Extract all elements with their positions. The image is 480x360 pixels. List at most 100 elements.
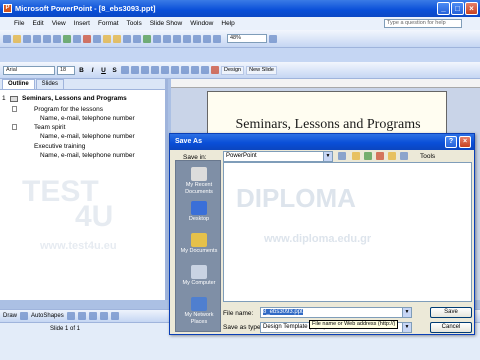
draw-menu[interactable]: Draw bbox=[3, 313, 17, 319]
place-my-computer[interactable]: My Computer bbox=[176, 265, 222, 287]
outline-subitem[interactable]: Name, e-mail, telephone number bbox=[40, 133, 135, 140]
arrow-icon[interactable] bbox=[77, 312, 86, 320]
place-desktop[interactable]: Desktop bbox=[176, 201, 222, 223]
print-icon[interactable] bbox=[43, 34, 51, 43]
autoshapes-menu[interactable]: AutoShapes bbox=[31, 313, 64, 319]
expand-all-icon[interactable] bbox=[183, 34, 191, 43]
italic-button[interactable]: I bbox=[88, 66, 97, 75]
color-grayscale-icon[interactable] bbox=[213, 34, 221, 43]
research-icon[interactable] bbox=[73, 34, 81, 43]
menu-tools[interactable]: Tools bbox=[127, 20, 142, 27]
menu-view[interactable]: View bbox=[52, 20, 66, 27]
line-icon[interactable] bbox=[66, 312, 75, 320]
slide-title[interactable]: Seminars, Lessons and Programs bbox=[208, 117, 448, 133]
place-network[interactable]: My Network Places bbox=[176, 297, 222, 325]
bullets-icon[interactable] bbox=[161, 66, 169, 74]
horizontal-ruler bbox=[171, 79, 480, 88]
views-icon[interactable] bbox=[400, 152, 408, 160]
redo-icon[interactable] bbox=[133, 34, 141, 43]
increase-font-icon[interactable] bbox=[171, 66, 179, 74]
copy-icon[interactable] bbox=[93, 34, 101, 43]
textbox-icon[interactable] bbox=[110, 312, 119, 320]
grid-icon[interactable] bbox=[203, 34, 211, 43]
outline-item[interactable]: Team spirit bbox=[34, 124, 65, 131]
save-in-select[interactable]: PowerPoint ▼ bbox=[223, 151, 333, 162]
decrease-indent-icon[interactable] bbox=[191, 66, 199, 74]
open-icon[interactable] bbox=[13, 34, 21, 43]
close-button[interactable]: × bbox=[465, 2, 478, 15]
tab-slides[interactable]: Slides bbox=[35, 79, 65, 89]
recent-documents-icon bbox=[191, 167, 207, 181]
dialog-help-button[interactable]: ? bbox=[445, 136, 457, 148]
place-my-documents[interactable]: My Documents bbox=[176, 233, 222, 255]
design-button[interactable]: Design bbox=[221, 65, 245, 75]
numbering-icon[interactable] bbox=[151, 66, 159, 74]
menu-insert[interactable]: Insert bbox=[74, 20, 90, 27]
place-recent[interactable]: My Recent Documents bbox=[176, 167, 222, 195]
align-center-icon[interactable] bbox=[131, 66, 139, 74]
align-right-icon[interactable] bbox=[141, 66, 149, 74]
oval-icon[interactable] bbox=[99, 312, 108, 320]
new-icon[interactable] bbox=[3, 34, 11, 43]
outline-item[interactable]: Executive training bbox=[34, 143, 85, 150]
tab-outline[interactable]: Outline bbox=[2, 79, 35, 89]
search-web-icon[interactable] bbox=[364, 152, 372, 160]
tables-borders-icon[interactable] bbox=[163, 34, 171, 43]
watermark-brand: 4U bbox=[75, 200, 114, 233]
font-select[interactable]: Arial bbox=[3, 65, 55, 75]
outline-item[interactable]: Program for the lessons bbox=[34, 106, 103, 113]
outline-subitem[interactable]: Name, e-mail, telephone number bbox=[40, 115, 135, 122]
new-folder-icon[interactable] bbox=[388, 152, 396, 160]
align-left-icon[interactable] bbox=[121, 66, 129, 74]
cancel-button[interactable]: Cancel bbox=[430, 322, 472, 333]
formatting-toolbar: Arial 18 B I U S Design New Slide bbox=[0, 62, 480, 79]
select-objects-icon[interactable] bbox=[20, 312, 29, 320]
zoom-select[interactable]: 48% bbox=[227, 34, 267, 43]
menu-window[interactable]: Window bbox=[190, 20, 213, 27]
file-name-input[interactable]: 8_ebs3093.ppt ▼ bbox=[260, 307, 412, 318]
tools-menu[interactable]: Tools bbox=[420, 153, 435, 160]
insert-table-icon[interactable] bbox=[153, 34, 161, 43]
undo-icon[interactable] bbox=[123, 34, 131, 43]
menu-format[interactable]: Format bbox=[98, 20, 119, 27]
rectangle-icon[interactable] bbox=[88, 312, 97, 320]
minimize-button[interactable]: _ bbox=[437, 2, 450, 15]
new-slide-button[interactable]: New Slide bbox=[246, 65, 277, 75]
help-icon[interactable] bbox=[269, 34, 277, 43]
save-button[interactable]: Save bbox=[430, 307, 472, 318]
paste-icon[interactable] bbox=[103, 34, 111, 43]
print-preview-icon[interactable] bbox=[53, 34, 61, 43]
back-icon[interactable] bbox=[338, 152, 346, 160]
insert-chart-icon[interactable] bbox=[143, 34, 151, 43]
menu-file[interactable]: File bbox=[14, 20, 24, 27]
app-titlebar: P Microsoft PowerPoint - [8_ebs3093.ppt]… bbox=[0, 0, 480, 17]
menu-help[interactable]: Help bbox=[221, 20, 234, 27]
save-as-dialog: Save As ? × Save in: PowerPoint ▼ Tools … bbox=[169, 133, 475, 335]
file-list[interactable]: DIPLOMA www.diploma.edu.gr bbox=[223, 162, 472, 302]
file-name-tooltip: File name or Web address (http://) bbox=[309, 320, 399, 329]
font-color-icon[interactable] bbox=[211, 66, 219, 74]
ask-question-input[interactable]: Type a question for help bbox=[384, 19, 462, 28]
decrease-font-icon[interactable] bbox=[181, 66, 189, 74]
menu-slide-show[interactable]: Slide Show bbox=[150, 20, 183, 27]
delete-icon[interactable] bbox=[376, 152, 384, 160]
show-formatting-icon[interactable] bbox=[193, 34, 201, 43]
my-documents-icon bbox=[191, 233, 207, 247]
menu-edit[interactable]: Edit bbox=[32, 20, 43, 27]
permission-icon[interactable] bbox=[33, 34, 41, 43]
outline-subitem[interactable]: Name, e-mail, telephone number bbox=[40, 152, 135, 159]
shadow-button[interactable]: S bbox=[110, 66, 119, 75]
underline-button[interactable]: U bbox=[99, 66, 108, 75]
format-painter-icon[interactable] bbox=[113, 34, 121, 43]
outline-title[interactable]: Seminars, Lessons and Programs bbox=[22, 95, 127, 102]
cut-icon[interactable] bbox=[83, 34, 91, 43]
font-size-select[interactable]: 18 bbox=[57, 65, 75, 75]
maximize-button[interactable]: □ bbox=[451, 2, 464, 15]
spelling-icon[interactable] bbox=[63, 34, 71, 43]
bold-button[interactable]: B bbox=[77, 66, 86, 75]
dialog-close-button[interactable]: × bbox=[459, 136, 471, 148]
save-icon[interactable] bbox=[23, 34, 31, 43]
increase-indent-icon[interactable] bbox=[201, 66, 209, 74]
insert-hyperlink-icon[interactable] bbox=[173, 34, 181, 43]
up-folder-icon[interactable] bbox=[352, 152, 360, 160]
